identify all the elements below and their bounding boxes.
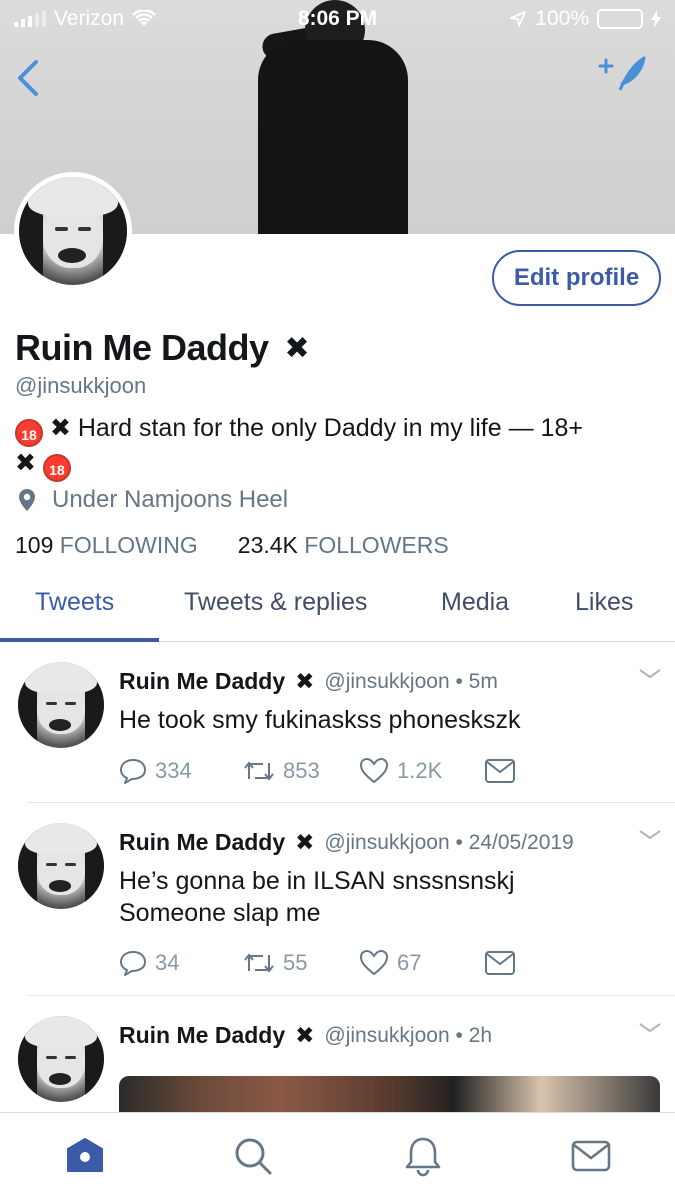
chevron-down-icon[interactable] (637, 1020, 663, 1036)
tweet-handle-time: @jinsukkjoon • 5m (324, 669, 498, 693)
bottom-tab-bar (0, 1112, 675, 1200)
tweet-handle-time: @jinsukkjoon • 2h (324, 1023, 492, 1047)
tweet-actions: 334 853 1.2K (119, 757, 515, 785)
banner-figure-body (258, 40, 408, 234)
display-name: Ruin Me Daddy (15, 327, 269, 368)
location-text: Under Namjoons Heel (52, 486, 289, 513)
profile-name-row: Ruin Me Daddy ✖ (15, 327, 310, 369)
name-x-mark: ✖ (284, 331, 310, 365)
tweet-header: Ruin Me Daddy ✖ @jinsukkjoon • 5m (119, 668, 498, 695)
divider (27, 995, 675, 996)
bell-icon[interactable] (402, 1135, 444, 1177)
like-button[interactable]: 1.2K (359, 757, 485, 785)
tab-tweets-and-replies[interactable]: Tweets & replies (184, 588, 367, 617)
tweet-handle-time: @jinsukkjoon • 24/05/2019 (324, 830, 574, 854)
profile-stats: 109 FOLLOWING 23.4K FOLLOWERS (15, 532, 449, 559)
followers-label: FOLLOWERS (304, 532, 449, 558)
tweet-header: Ruin Me Daddy ✖ @jinsukkjoon • 2h (119, 1022, 492, 1049)
status-bar: Verizon 8:06 PM 100% (0, 0, 675, 36)
messages-icon[interactable] (570, 1135, 612, 1177)
tweet-author-name: Ruin Me Daddy (119, 829, 286, 855)
profile-avatar[interactable] (14, 172, 132, 290)
retweet-icon (244, 761, 274, 781)
tab-media[interactable]: Media (441, 588, 509, 617)
following-label: FOLLOWING (59, 532, 198, 558)
reply-icon (120, 759, 146, 784)
retweet-icon (244, 953, 274, 973)
profile-tabs: Tweets Tweets & replies Media Likes (0, 580, 675, 642)
retweet-button[interactable]: 55 (243, 950, 359, 976)
followers-count: 23.4K (237, 532, 298, 558)
battery-percent: 100% (535, 7, 589, 30)
no-under-18-icon-2: 18 (42, 454, 71, 482)
retweet-count: 55 (283, 950, 308, 975)
home-icon[interactable] (64, 1135, 106, 1177)
reply-icon (120, 951, 146, 976)
tweet[interactable]: Ruin Me Daddy ✖ @jinsukkjoon • 2h (0, 1016, 675, 1112)
location-arrow-icon (510, 11, 527, 27)
mail-icon[interactable] (485, 951, 515, 975)
tweet-author-mark: ✖ (295, 668, 315, 694)
avatar (19, 177, 127, 285)
search-icon[interactable] (232, 1135, 274, 1177)
compose-tweet-button[interactable] (598, 54, 648, 94)
tweet-author-mark: ✖ (295, 1022, 315, 1048)
tweet[interactable]: Ruin Me Daddy ✖ @jinsukkjoon • 5m He too… (0, 662, 675, 802)
tweet-avatar[interactable] (18, 662, 104, 748)
mail-icon[interactable] (485, 759, 515, 783)
like-button[interactable]: 67 (359, 949, 485, 977)
following-link[interactable]: 109 FOLLOWING (15, 532, 198, 559)
charging-icon (651, 10, 661, 28)
tweet-avatar[interactable] (18, 823, 104, 909)
following-count: 109 (15, 532, 54, 558)
chevron-down-icon[interactable] (637, 666, 663, 682)
battery-icon (597, 9, 643, 29)
back-button[interactable] (12, 58, 46, 98)
heart-icon (359, 757, 389, 784)
tweet-header: Ruin Me Daddy ✖ @jinsukkjoon • 24/05/201… (119, 829, 574, 856)
active-tab-indicator (0, 638, 159, 642)
edit-profile-button[interactable]: Edit profile (492, 250, 661, 306)
like-count: 1.2K (397, 758, 443, 783)
heart-icon (359, 949, 389, 976)
status-right: 100% (509, 7, 661, 31)
reply-button[interactable]: 34 (119, 949, 243, 977)
tweet-text: He’s gonna be in ILSAN snssnsnskj Someon… (119, 867, 515, 927)
reply-count: 34 (155, 950, 180, 975)
tab-likes[interactable]: Likes (575, 588, 633, 617)
tweet[interactable]: Ruin Me Daddy ✖ @jinsukkjoon • 24/05/201… (0, 823, 675, 995)
reply-count: 334 (155, 758, 192, 783)
tweet-author-mark: ✖ (295, 829, 315, 855)
retweet-button[interactable]: 853 (243, 758, 359, 784)
profile-bio: 18 ✖ Hard stan for the only Daddy in my … (15, 412, 665, 482)
tweet-avatar[interactable] (18, 1016, 104, 1102)
profile-handle: @jinsukkjoon (15, 373, 147, 398)
divider (27, 802, 675, 803)
tweet-media-image[interactable] (119, 1076, 660, 1112)
tweet-author-name: Ruin Me Daddy (119, 1022, 286, 1048)
profile-location: Under Namjoons Heel (18, 486, 288, 514)
like-count: 67 (397, 950, 422, 975)
followers-link[interactable]: 23.4K FOLLOWERS (238, 532, 449, 559)
bio-x-mark: ✖ (15, 449, 36, 477)
bio-text: ✖ Hard stan for the only Daddy in my lif… (43, 414, 583, 442)
chevron-down-icon[interactable] (637, 827, 663, 843)
retweet-count: 853 (283, 758, 320, 783)
tweet-author-name: Ruin Me Daddy (119, 668, 286, 694)
location-pin-icon (19, 489, 35, 511)
tweet-actions: 34 55 67 (119, 949, 515, 977)
reply-button[interactable]: 334 (119, 757, 243, 785)
no-under-18-icon: 18 (15, 419, 43, 447)
tab-tweets[interactable]: Tweets (35, 588, 114, 617)
tweet-text: He took smy fukinaskss phoneskszk (119, 706, 521, 734)
